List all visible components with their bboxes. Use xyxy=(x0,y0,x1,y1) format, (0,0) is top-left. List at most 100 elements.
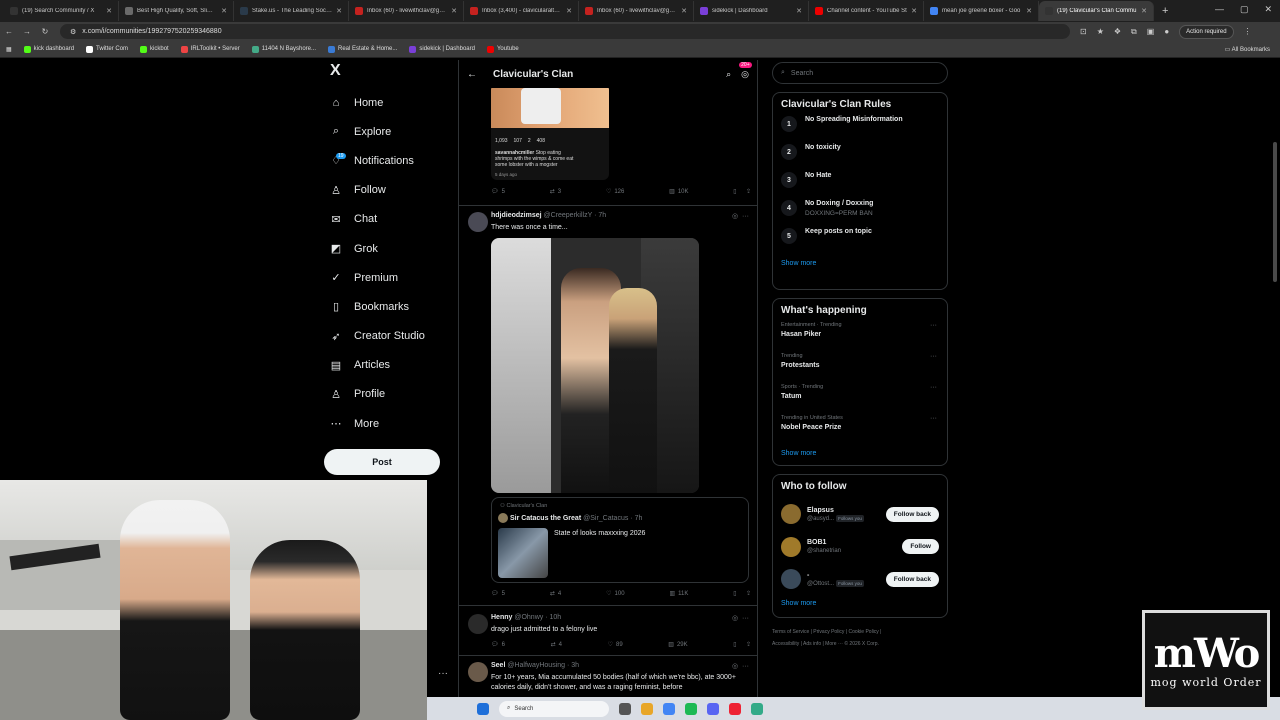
follow-suggestion[interactable]: BOB1 @shanetrian Follow xyxy=(781,531,939,564)
maximize-icon[interactable]: ▢ xyxy=(1240,4,1249,15)
tab-close-icon[interactable]: ✕ xyxy=(221,7,227,15)
views-button[interactable]: ▥ 11K xyxy=(669,590,688,598)
bookmark-item[interactable]: Real Estate & Home... xyxy=(328,45,397,53)
tab-close-icon[interactable]: ✕ xyxy=(106,7,112,15)
post-button[interactable]: Post xyxy=(324,449,440,475)
trend-more-icon[interactable]: ··· xyxy=(930,415,937,422)
more-icon[interactable]: ··· xyxy=(742,213,749,220)
quote-author[interactable]: Sir Catacus the Great @Sir_Catacus · 7h xyxy=(498,513,642,523)
trend-item[interactable]: Entertainment · Trending Hasan Piker ··· xyxy=(781,322,939,353)
app-icon[interactable] xyxy=(729,702,741,715)
tab-close-icon[interactable]: ✕ xyxy=(336,7,342,15)
bookmark-icon[interactable]: ▯ xyxy=(733,641,736,648)
browser-tab[interactable]: (19) Search Community / X ✕ xyxy=(4,1,119,21)
nav-item-grok[interactable]: ◩ Grok xyxy=(324,234,454,263)
bookmark-item[interactable]: kickbot xyxy=(140,45,169,53)
reply-button[interactable]: 💬︎ 6 xyxy=(491,641,505,649)
bookmark-icon[interactable]: ▯ xyxy=(733,188,736,195)
tab-close-icon[interactable]: ✕ xyxy=(566,7,572,15)
close-icon[interactable]: ✕ xyxy=(1264,4,1272,15)
author-name[interactable]: Henny xyxy=(491,614,512,621)
reload-icon[interactable]: ↻ xyxy=(36,27,54,36)
browser-tab[interactable]: sidekick | Dashboard ✕ xyxy=(694,1,809,21)
timeline-post[interactable]: hdjdieodzimsej @CreeperkillzY · 7h ◎ ···… xyxy=(459,206,757,606)
trend-item[interactable]: Sports · Trending Tatum ··· xyxy=(781,384,939,415)
extension-icon[interactable]: ❖ xyxy=(1114,27,1121,36)
rule-item[interactable]: 3 No Hate xyxy=(781,172,939,200)
share-icon[interactable]: ⇪ xyxy=(746,188,751,195)
repost-button[interactable]: ⇄ 3 xyxy=(550,188,561,196)
all-bookmarks-button[interactable]: ▭ All Bookmarks xyxy=(1225,46,1270,53)
trend-item[interactable]: Trending in United States Nobel Peace Pri… xyxy=(781,415,939,446)
bookmark-item[interactable]: sidekick | Dashboard xyxy=(409,45,475,53)
follow-suggestion[interactable]: - @Ottost... Follows you Follow back xyxy=(781,563,939,596)
file-explorer-icon[interactable] xyxy=(641,702,653,715)
bookmark-item[interactable]: IRLToolkit • Server xyxy=(180,45,240,53)
quote-thumbnail[interactable] xyxy=(498,528,548,578)
action-required-button[interactable]: Action required xyxy=(1179,24,1234,39)
taskbar-search[interactable]: ⌕ Search xyxy=(499,700,609,717)
back-arrow-icon[interactable]: ← xyxy=(459,69,485,80)
share-icon[interactable]: ⇪ xyxy=(746,641,751,648)
spotify-icon[interactable] xyxy=(685,702,697,715)
task-view-icon[interactable] xyxy=(619,702,631,715)
profile-icon[interactable]: ● xyxy=(1164,27,1169,36)
browser-tab[interactable]: Inbox (60) - livewithclav@gma ✕ xyxy=(579,1,694,21)
star-icon[interactable]: ★ xyxy=(1097,27,1104,36)
timeline-post[interactable]: Henny @Ohnwy · 10h ◎ ··· drago just admi… xyxy=(459,606,757,656)
avatar[interactable] xyxy=(468,212,488,232)
wtf-show-more-link[interactable]: Show more xyxy=(781,596,939,611)
browser-tab[interactable]: Best High Quality, Soft, Slim Fi ✕ xyxy=(119,1,234,21)
like-button[interactable]: ♡ 100 xyxy=(606,590,624,598)
grok-icon[interactable]: ◎ xyxy=(732,663,738,670)
community-members-icon[interactable]: ◎ 20+ xyxy=(739,61,752,80)
start-icon[interactable] xyxy=(477,702,489,715)
author-name[interactable]: Seel xyxy=(491,662,505,669)
post-author[interactable]: Henny @Ohnwy · 10h xyxy=(491,614,561,621)
follow-button[interactable]: Follow back xyxy=(885,571,939,587)
discord-icon[interactable] xyxy=(707,702,719,715)
browser-tab[interactable]: Stake.us - The Leading Social C ✕ xyxy=(234,1,349,21)
bookmark-item[interactable]: Twitter Com xyxy=(86,45,128,53)
more-icon[interactable]: ··· xyxy=(742,615,749,622)
grok-icon[interactable]: ◎ xyxy=(732,615,738,622)
browser-tab[interactable]: Inbox (3,400) - clavicularalt@g ✕ xyxy=(464,1,579,21)
reply-button[interactable]: 💬︎ 5 xyxy=(491,590,505,598)
nav-item-articles[interactable]: ▤ Articles xyxy=(324,351,454,380)
author-name[interactable]: hdjdieodzimsej xyxy=(491,212,542,219)
browser-tab[interactable]: (19) Clavicular's Clan Commu ✕ xyxy=(1039,1,1154,21)
back-icon[interactable]: ← xyxy=(0,27,18,36)
apps-icon[interactable]: ▦ xyxy=(6,46,12,53)
chrome-icon[interactable] xyxy=(663,702,675,715)
forward-icon[interactable]: → xyxy=(18,27,36,36)
url-field[interactable]: ⚙ x.com/i/communities/199279752025934688… xyxy=(60,24,1070,39)
footer-line-2[interactable]: Accessibility | Ads info | More ··· © 20… xyxy=(772,638,948,650)
avatar[interactable] xyxy=(781,536,801,557)
nav-item-more[interactable]: ⋯ More xyxy=(324,409,454,438)
avatar[interactable] xyxy=(468,662,488,682)
more-icon[interactable]: ··· xyxy=(742,663,749,670)
tab-close-icon[interactable]: ✕ xyxy=(796,7,802,15)
menu-icon[interactable]: ⋮ xyxy=(1244,27,1252,36)
nav-item-explore[interactable]: ⌕ Explore xyxy=(324,117,454,146)
nav-item-notifications[interactable]: ♢ 19 Notifications xyxy=(324,146,454,175)
search-icon[interactable]: ⌕ xyxy=(726,69,731,80)
repost-button[interactable]: ⇄ 4 xyxy=(551,641,562,649)
like-button[interactable]: ♡ 89 xyxy=(608,641,623,649)
share-icon[interactable]: ⇪ xyxy=(746,590,751,597)
install-icon[interactable]: ⊡ xyxy=(1080,27,1087,36)
avatar[interactable] xyxy=(781,569,801,590)
browser-tab[interactable]: Inbox (60) - livewithclav@gma ✕ xyxy=(349,1,464,21)
page-scrollbar[interactable] xyxy=(1272,62,1278,702)
account-more-icon[interactable]: ··· xyxy=(438,668,448,679)
quoted-post[interactable]: ⚇ Clavicular's Clan Sir Catacus the Grea… xyxy=(491,497,749,583)
sidebar-icon[interactable]: ▣ xyxy=(1147,27,1155,36)
repost-button[interactable]: ⇄ 4 xyxy=(550,590,561,598)
views-button[interactable]: ▥ 29K xyxy=(668,641,687,649)
puzzle-icon[interactable]: ⧉ xyxy=(1131,27,1137,37)
nav-item-creator-studio[interactable]: ➶ Creator Studio xyxy=(324,322,454,351)
bookmark-icon[interactable]: ▯ xyxy=(733,590,736,597)
scrollbar-thumb[interactable] xyxy=(1273,142,1277,282)
nav-item-follow[interactable]: ♙ Follow xyxy=(324,176,454,205)
trend-item[interactable]: Trending Protestants ··· xyxy=(781,353,939,384)
